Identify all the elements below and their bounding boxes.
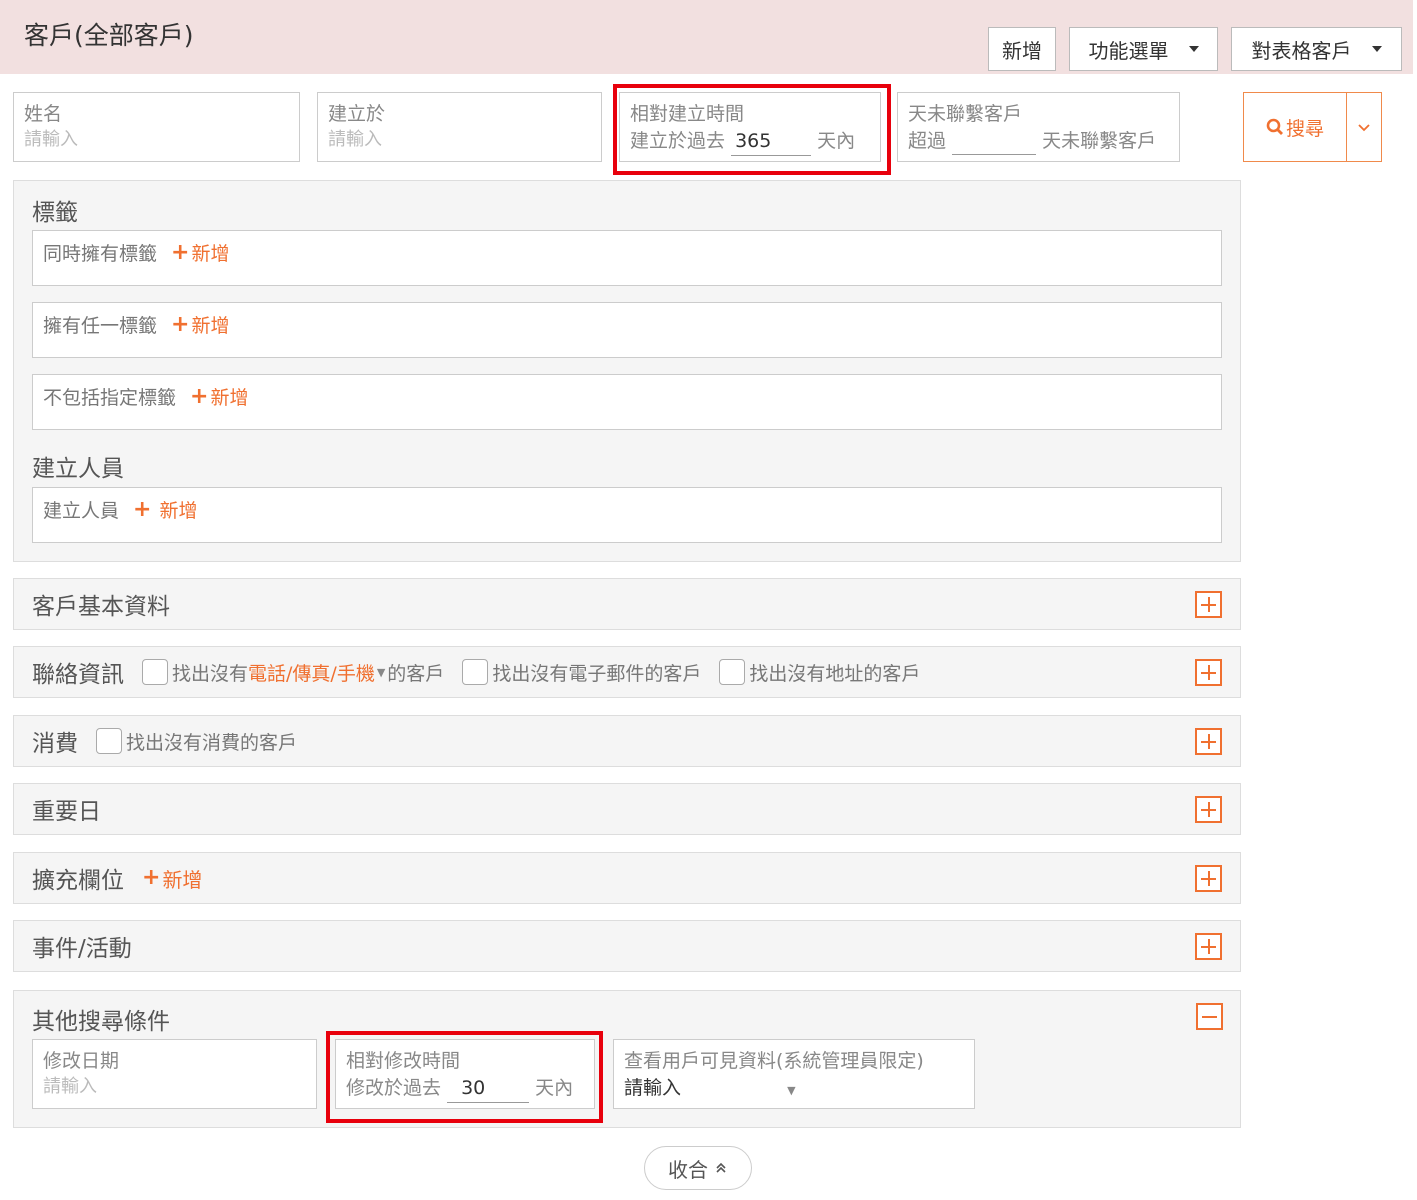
consumption-section[interactable]: 消費 找出沒有消費的客戶 bbox=[13, 715, 1241, 767]
function-menu-button[interactable]: 功能選單 bbox=[1069, 27, 1218, 71]
modified-date-input[interactable]: 請輸入 bbox=[43, 1074, 306, 1100]
contact-section[interactable]: 聯絡資訊 找出沒有 電話/傳真/手機 ▼ 的客戶 找出沒有電子郵件的客戶 找出沒有地址… bbox=[13, 646, 1241, 698]
export-menu-button[interactable]: 對表格客戶 bbox=[1231, 27, 1402, 71]
tags-title: 標籤 bbox=[32, 200, 78, 226]
collapse-icon[interactable] bbox=[1196, 1003, 1223, 1030]
chevron-down-icon bbox=[1358, 124, 1370, 132]
expand-icon[interactable] bbox=[1195, 591, 1222, 618]
double-chevron-up-icon bbox=[716, 1162, 726, 1173]
add-exclude-tag-link[interactable]: + 新增 bbox=[190, 383, 248, 410]
no-phone-checkbox[interactable] bbox=[142, 659, 168, 685]
basic-info-title: 客戶基本資料 bbox=[32, 594, 170, 620]
modified-date-filter[interactable]: 修改日期 請輸入 bbox=[32, 1039, 317, 1109]
modified-date-label: 修改日期 bbox=[43, 1050, 120, 1072]
relative-created-filter: 相對建立時間 建立於過去 365 天內 bbox=[619, 92, 881, 162]
contact-title: 聯絡資訊 bbox=[32, 662, 124, 688]
caret-down-icon: ▼ bbox=[787, 1084, 796, 1097]
expand-icon[interactable] bbox=[1195, 865, 1222, 892]
add-button[interactable]: 新增 bbox=[988, 27, 1056, 71]
plus-icon: + bbox=[171, 239, 190, 265]
relative-modified-days-input[interactable]: 30 bbox=[447, 1074, 530, 1103]
plus-icon: + bbox=[142, 865, 161, 890]
any-tag-box[interactable]: 擁有任一標籤 + 新增 bbox=[32, 302, 1222, 358]
plus-icon: + bbox=[133, 496, 152, 522]
relative-modified-filter: 相對修改時間 修改於過去 30 天內 bbox=[335, 1039, 595, 1109]
name-filter-label: 姓名 bbox=[24, 103, 63, 125]
collapse-button[interactable]: 收合 bbox=[644, 1146, 752, 1190]
search-button[interactable]: 搜尋 bbox=[1243, 92, 1347, 162]
basic-info-section[interactable]: 客戶基本資料 bbox=[13, 578, 1241, 630]
created-filter-label: 建立於 bbox=[328, 103, 386, 125]
relative-created-label: 相對建立時間 bbox=[630, 103, 745, 125]
events-section[interactable]: 事件/活動 bbox=[13, 920, 1241, 972]
no-phone-option: 找出沒有 電話/傳真/手機 ▼ 的客戶 bbox=[142, 659, 444, 686]
no-address-checkbox[interactable] bbox=[719, 659, 746, 685]
name-filter-input[interactable]: 請輸入 bbox=[24, 127, 289, 153]
expand-icon[interactable] bbox=[1195, 796, 1222, 823]
name-filter[interactable]: 姓名 請輸入 bbox=[13, 92, 300, 162]
relative-created-days-input[interactable]: 365 bbox=[731, 127, 812, 156]
no-contact-days-input[interactable] bbox=[952, 133, 1037, 155]
page-title: 客戶(全部客戶) bbox=[24, 21, 194, 50]
search-options-dropdown[interactable] bbox=[1346, 92, 1382, 162]
creator-box[interactable]: 建立人員 + 新增 bbox=[32, 487, 1222, 543]
visibility-label: 查看用戶可見資料(系統管理員限定) bbox=[624, 1050, 924, 1072]
search-icon bbox=[1266, 118, 1283, 135]
exclude-tag-box[interactable]: 不包括指定標籤 + 新增 bbox=[32, 374, 1222, 430]
add-all-tag-link[interactable]: + 新增 bbox=[171, 239, 229, 266]
created-filter[interactable]: 建立於 請輸入 bbox=[317, 92, 602, 162]
expand-icon[interactable] bbox=[1195, 659, 1222, 686]
other-conditions-title: 其他搜尋條件 bbox=[32, 1009, 170, 1035]
no-consumption-option: 找出沒有消費的客戶 bbox=[96, 728, 297, 755]
phone-type-dropdown[interactable]: 電話/傳真/手機 bbox=[248, 659, 375, 686]
add-extended-field-link[interactable]: + 新增 bbox=[142, 864, 202, 893]
expand-icon[interactable] bbox=[1195, 728, 1222, 755]
extended-fields-section[interactable]: 擴充欄位 + 新增 bbox=[13, 852, 1241, 904]
caret-down-icon: ▼ bbox=[376, 665, 386, 679]
important-date-section[interactable]: 重要日 bbox=[13, 783, 1241, 835]
expand-icon[interactable] bbox=[1195, 933, 1222, 960]
no-consumption-checkbox[interactable] bbox=[96, 728, 122, 754]
extended-fields-title: 擴充欄位 bbox=[32, 868, 124, 894]
caret-down-icon bbox=[1371, 46, 1382, 52]
add-creator-link[interactable]: + 新增 bbox=[133, 496, 197, 523]
plus-icon: + bbox=[171, 311, 190, 337]
caret-down-icon bbox=[1188, 46, 1199, 52]
all-tags-box[interactable]: 同時擁有標籤 + 新增 bbox=[32, 230, 1222, 286]
visibility-filter[interactable]: 查看用戶可見資料(系統管理員限定) 請輸入 ▼ bbox=[613, 1039, 975, 1109]
no-contact-label: 天未聯繫客戶 bbox=[908, 103, 1023, 125]
no-email-option: 找出沒有電子郵件的客戶 bbox=[462, 659, 701, 686]
consumption-title: 消費 bbox=[32, 731, 78, 757]
important-date-title: 重要日 bbox=[32, 799, 101, 825]
creator-title: 建立人員 bbox=[32, 456, 124, 482]
plus-icon: + bbox=[190, 383, 209, 409]
created-filter-input[interactable]: 請輸入 bbox=[328, 127, 591, 153]
no-contact-filter: 天未聯繫客戶 超過 天未聯繫客戶 bbox=[897, 92, 1180, 162]
no-address-option: 找出沒有地址的客戶 bbox=[719, 659, 920, 686]
events-title: 事件/活動 bbox=[32, 936, 132, 962]
visibility-select[interactable]: 請輸入 bbox=[624, 1077, 681, 1099]
relative-modified-label: 相對修改時間 bbox=[346, 1050, 461, 1072]
no-email-checkbox[interactable] bbox=[462, 659, 489, 685]
add-any-tag-link[interactable]: + 新增 bbox=[171, 311, 229, 338]
